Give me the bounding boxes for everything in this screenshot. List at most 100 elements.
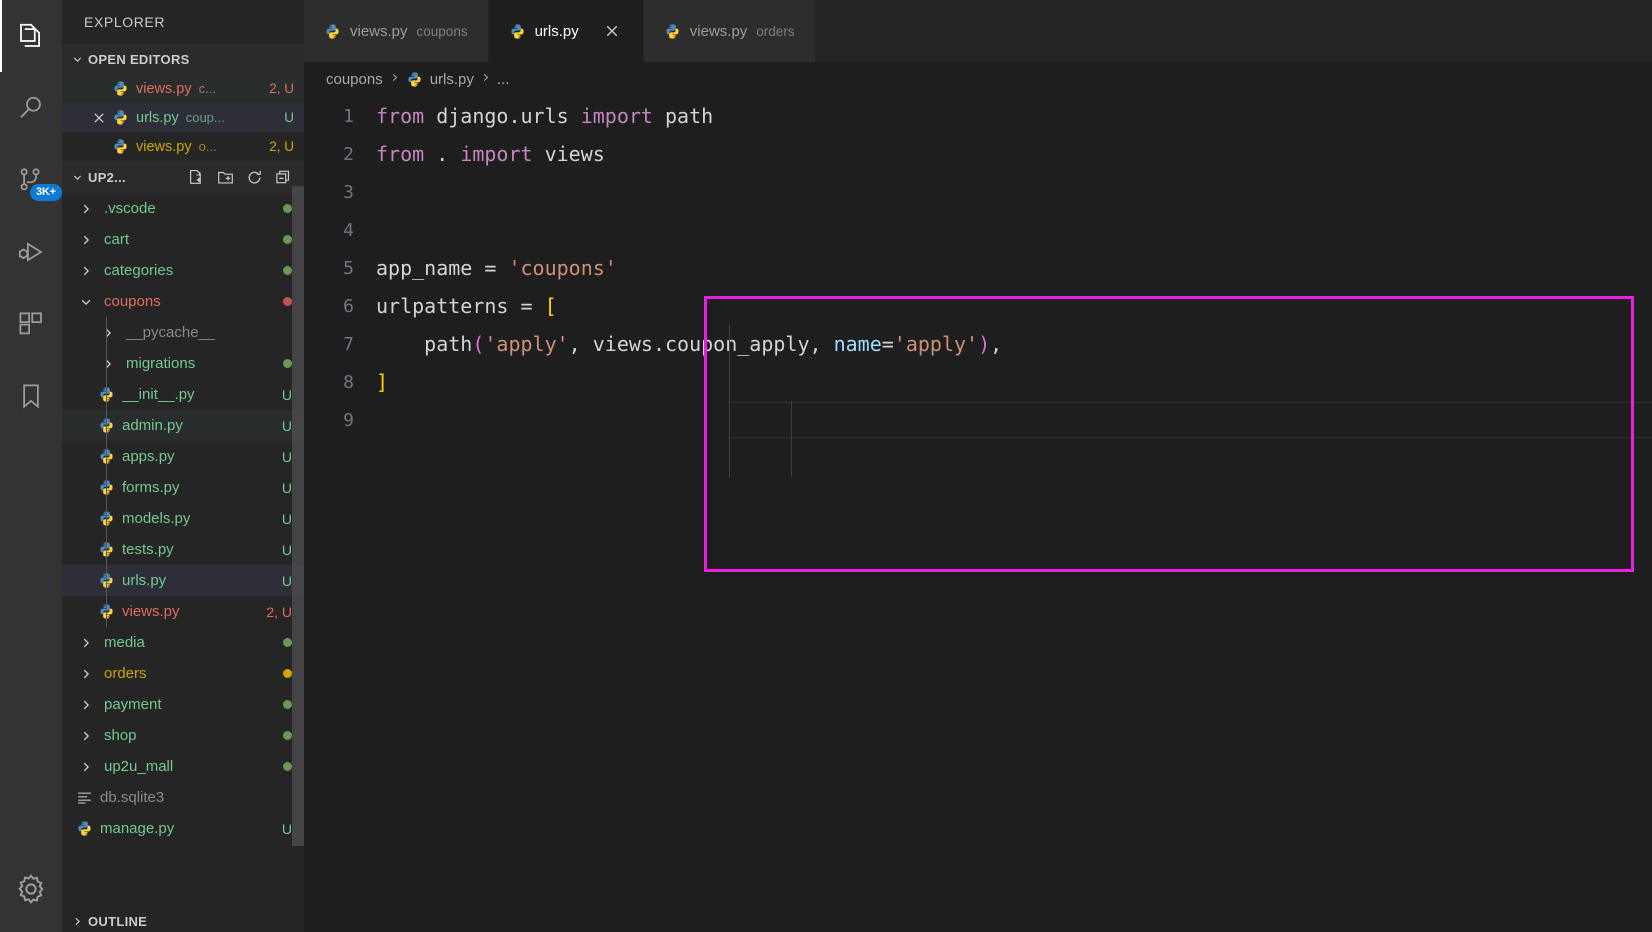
activity-bar-item-run-and-debug[interactable]	[0, 216, 62, 288]
new-folder-icon[interactable]	[217, 169, 234, 186]
code-line[interactable]: 1 from django.urls import path	[304, 97, 1652, 135]
chevron-right-icon[interactable]	[76, 667, 96, 681]
editor-tab-bar-filler	[815, 0, 1652, 62]
chevron-right-icon[interactable]	[76, 264, 96, 278]
editor-tab-urls-py[interactable]: urls.py	[488, 0, 644, 62]
code-line[interactable]: 5 app_name = 'coupons'	[304, 249, 1652, 287]
tree-item-tests-py[interactable]: tests.py U	[62, 534, 304, 565]
tree-item-status-dot	[283, 297, 292, 306]
tree-item-models-py[interactable]: models.py U	[62, 503, 304, 534]
activity-bar-item-settings[interactable]	[0, 846, 62, 932]
code-token: from	[376, 104, 425, 128]
line-number: 1	[343, 105, 354, 127]
code-token: import	[460, 142, 533, 166]
open-editors-header[interactable]: OPEN EDITORS	[62, 44, 304, 74]
code-editor[interactable]: 1 from django.urls import path 2 from . imp…	[304, 97, 1652, 932]
code-line[interactable]: 6 urlpatterns = [	[304, 287, 1652, 325]
tree-item-up2u-mall[interactable]: up2u_mall	[62, 751, 304, 782]
tree-item-git-status: 2, U	[266, 603, 292, 620]
tree-item-payment[interactable]: payment	[62, 689, 304, 720]
breadcrumb-label: coupons	[326, 71, 383, 88]
open-editor-row[interactable]: views.py c... 2, U	[62, 74, 304, 103]
tree-item-apps-py[interactable]: apps.py U	[62, 441, 304, 472]
editor-tab-bar: views.py coupons urls.py views.py orders	[304, 0, 1652, 62]
tree-item-label: db.sqlite3	[100, 789, 165, 806]
activity-bar-item-bookmarks[interactable]	[0, 360, 62, 432]
tree-item-coupons[interactable]: coupons	[62, 286, 304, 317]
refresh-icon[interactable]	[246, 169, 263, 186]
code-token: =	[484, 256, 509, 280]
chevron-right-icon[interactable]	[76, 636, 96, 650]
breadcrumb-item-symbols[interactable]: ...	[497, 71, 510, 88]
tree-item-cart[interactable]: cart	[62, 224, 304, 255]
code-line[interactable]: 4	[304, 211, 1652, 249]
tree-item-forms-py[interactable]: forms.py U	[62, 472, 304, 503]
chevron-right-icon[interactable]	[98, 326, 118, 340]
python-file-icon	[509, 23, 526, 40]
activity-bar-item-search[interactable]	[0, 72, 62, 144]
code-line[interactable]: 8]	[304, 363, 1652, 401]
sidebar-scrollbar-thumb[interactable]	[292, 186, 304, 846]
close-icon[interactable]	[601, 20, 623, 42]
activity-bar-item-explorer[interactable]	[0, 0, 62, 72]
tree-item-shop[interactable]: shop	[62, 720, 304, 751]
line-number: 7	[343, 333, 354, 355]
breadcrumb-item-urls-py[interactable]: urls.py	[406, 71, 474, 88]
open-editor-name: urls.py	[136, 109, 179, 126]
tree-item-manage-py[interactable]: manage.py U	[62, 813, 304, 844]
chevron-right-icon[interactable]	[76, 729, 96, 743]
code-token: name	[833, 332, 882, 356]
tree-item-label: models.py	[122, 510, 191, 527]
tree-item-label: urls.py	[122, 572, 167, 589]
tree-item-migrations[interactable]: migrations	[62, 348, 304, 379]
collapse-all-icon[interactable]	[275, 169, 292, 186]
code-line[interactable]: 3	[304, 173, 1652, 211]
chevron-right-icon[interactable]	[76, 698, 96, 712]
chevron-right-icon[interactable]	[76, 233, 96, 247]
chevron-down-icon[interactable]	[76, 295, 96, 309]
tree-item-label: payment	[104, 696, 162, 713]
tree-item-git-status: U	[281, 448, 292, 465]
breadcrumb-item-coupons[interactable]: coupons	[326, 71, 383, 88]
code-line[interactable]: 7 path('apply', views.coupon_apply, name…	[304, 325, 1652, 363]
tree-item-orders[interactable]: orders	[62, 658, 304, 689]
chevron-right-icon[interactable]	[76, 202, 96, 216]
editor-tab-views-py-orders[interactable]: views.py orders	[643, 0, 816, 62]
tree-item-label: tests.py	[122, 541, 174, 558]
code-line[interactable]: 2 from . import views	[304, 135, 1652, 173]
sidebar-scrollbar[interactable]	[292, 0, 304, 932]
editor-tab-label: views.py	[689, 22, 748, 40]
workspace-folder-header[interactable]: UP2...	[62, 161, 304, 193]
breadcrumb-label: urls.py	[429, 71, 474, 88]
gear-icon	[14, 872, 48, 906]
tree-item-categories[interactable]: categories	[62, 255, 304, 286]
chevron-right-icon[interactable]	[76, 760, 96, 774]
open-editor-row[interactable]: urls.py coup... U	[62, 103, 304, 132]
code-token: .	[424, 142, 461, 166]
tree-item-db-sqlite3[interactable]: db.sqlite3	[62, 782, 304, 813]
chevron-right-icon	[68, 912, 86, 930]
outline-label: OUTLINE	[88, 913, 148, 929]
tree-item-media[interactable]: media	[62, 627, 304, 658]
tree-item-vscode[interactable]: .vscode	[62, 193, 304, 224]
tree-item-pycache[interactable]: __pycache__	[62, 317, 304, 348]
code-token: import	[580, 104, 653, 128]
new-file-icon[interactable]	[188, 169, 205, 186]
tree-item-views-py[interactable]: views.py 2, U	[62, 596, 304, 627]
line-number: 4	[343, 219, 354, 241]
outline-header[interactable]: OUTLINE	[62, 910, 304, 932]
activity-bar-item-extensions[interactable]	[0, 288, 62, 360]
code-token: 'coupons'	[508, 256, 617, 280]
chevron-right-icon[interactable]	[98, 357, 118, 371]
tree-item-urls-py[interactable]: urls.py U	[62, 565, 304, 596]
editor-tab-views-py-coupons[interactable]: views.py coupons	[304, 0, 489, 62]
activity-bar-item-source-control[interactable]: 3K+	[0, 144, 62, 216]
open-editor-row[interactable]: views.py o... 2, U	[62, 132, 304, 161]
tree-item-status-dot	[283, 731, 292, 740]
close-icon[interactable]	[86, 111, 112, 125]
editor-tab-description: orders	[756, 23, 795, 39]
tree-item-admin-py[interactable]: admin.py U	[62, 410, 304, 441]
tree-item-git-status: U	[281, 510, 292, 527]
code-line[interactable]: 9	[304, 401, 1652, 439]
tree-item-init-py[interactable]: __init__.py U	[62, 379, 304, 410]
